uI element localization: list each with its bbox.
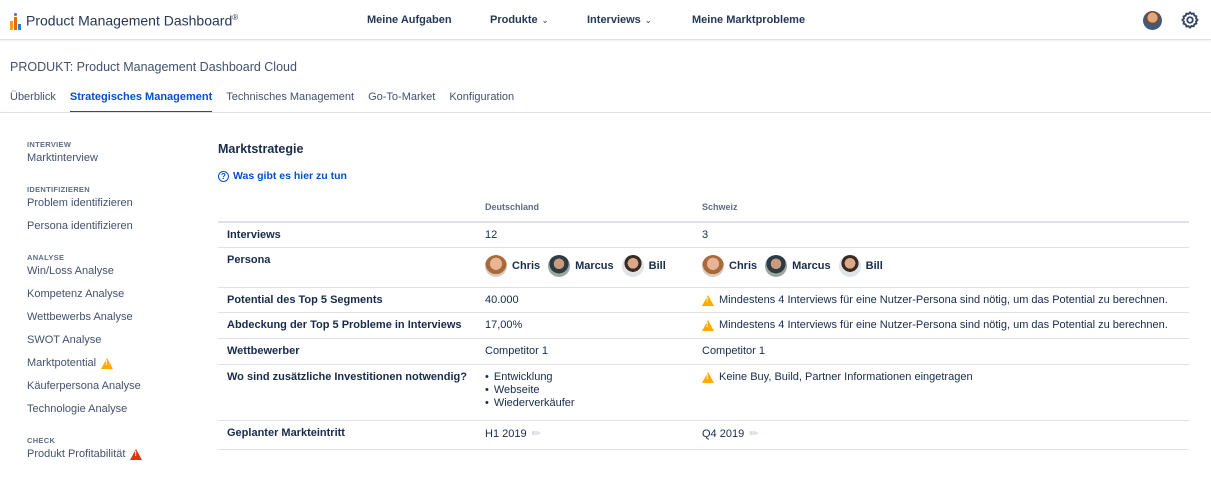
warning-icon (702, 371, 714, 383)
row-label: Potential des Top 5 Segments (218, 287, 485, 313)
sidebar-item-kompetenz-analyse[interactable]: Kompetenz Analyse (27, 288, 197, 311)
gear-icon[interactable] (1179, 9, 1201, 31)
sidebar-item-kaeuferpersona-analyse[interactable]: Käuferpersona Analyse (27, 380, 197, 403)
row-label: Abdeckung der Top 5 Probleme in Intervie… (218, 312, 485, 339)
table-row: Persona Chris Marcus Bill Chris Marcus B… (218, 247, 1189, 288)
divider (0, 112, 1211, 113)
sidebar-group-title: ANALYSE (27, 253, 65, 262)
nav-produkte[interactable]: Produkte ⌄ (490, 14, 548, 26)
nav-meine-marktprobleme[interactable]: Meine Marktprobleme (692, 14, 805, 26)
persona-chip[interactable]: Bill (838, 254, 883, 277)
cell-value: Competitor 1 (702, 338, 1189, 365)
sidebar-item-wettbewerbs-analyse[interactable]: Wettbewerbs Analyse (27, 311, 197, 334)
section-title: Marktstrategie (218, 142, 304, 156)
sidebar-item-marktinterview[interactable]: Marktinterview (27, 152, 197, 175)
cell-warning: Mindestens 4 Interviews für eine Nutzer-… (702, 287, 1189, 313)
sidebar-item-marktpotential[interactable]: Marktpotential (27, 357, 197, 380)
persona-chip[interactable]: Marcus (548, 254, 614, 277)
cell-value: Competitor 1 (485, 338, 702, 365)
persona-chip[interactable]: Chris (702, 254, 757, 277)
avatar (621, 254, 644, 277)
tab-bar: Überblick Strategisches Management Techn… (10, 91, 528, 113)
persona-chip[interactable]: Marcus (765, 254, 831, 277)
cell-list: Entwicklung Webseite Wiederverkäufer (485, 364, 702, 421)
table-row: Wettbewerber Competitor 1 Competitor 1 (218, 338, 1189, 365)
column-header-empty (218, 193, 485, 223)
persona-cell: Chris Marcus Bill (702, 247, 1189, 288)
sidebar-item-produkt-profitabilitaet[interactable]: Produkt Profitabilität (27, 448, 197, 471)
sidebar-item-technologie-analyse[interactable]: Technologie Analyse (27, 403, 197, 426)
pencil-icon[interactable]: ✏ (532, 427, 541, 440)
avatar (838, 254, 861, 277)
sidebar: INTERVIEW Marktinterview IDENTIFIZIEREN … (27, 140, 197, 471)
row-label: Geplanter Markteintritt (218, 420, 485, 450)
avatar (765, 254, 788, 277)
sidebar-item-problem-identifizieren[interactable]: Problem identifizieren (27, 197, 197, 220)
row-label: Persona (218, 247, 485, 288)
cell-value: 12 (485, 222, 702, 248)
sidebar-item-swot-analyse[interactable]: SWOT Analyse (27, 334, 197, 357)
column-header-deutschland: Deutschland (485, 193, 702, 223)
warning-icon (101, 358, 114, 369)
app-logo[interactable]: Product Management Dashboard® (10, 9, 238, 30)
tab-strategisches-management[interactable]: Strategisches Management (69, 91, 213, 113)
warning-icon (702, 294, 714, 306)
cell-warning: Keine Buy, Build, Partner Informationen … (702, 364, 1189, 421)
avatar (702, 254, 724, 277)
sidebar-item-win-loss-analyse[interactable]: Win/Loss Analyse (27, 265, 197, 288)
sidebar-item-persona-identifizieren[interactable]: Persona identifizieren (27, 220, 197, 243)
tab-konfiguration[interactable]: Konfiguration (449, 91, 514, 113)
strategy-table: Deutschland Schweiz Interviews 12 3 Pers… (218, 193, 1189, 450)
row-label: Wo sind zusätzliche Investitionen notwen… (218, 364, 485, 421)
column-header-schweiz: Schweiz (702, 193, 1189, 223)
list-item: Webseite (485, 384, 702, 397)
avatar (548, 254, 571, 277)
sidebar-group-title: CHECK (27, 436, 56, 445)
nav-meine-aufgaben[interactable]: Meine Aufgaben (367, 14, 452, 26)
warning-icon (702, 319, 714, 331)
chevron-down-icon: ⌄ (541, 16, 549, 25)
persona-cell: Chris Marcus Bill (485, 247, 702, 288)
row-label: Interviews (218, 222, 485, 248)
tab-ueberblick[interactable]: Überblick (10, 91, 56, 113)
chevron-down-icon: ⌄ (644, 16, 652, 25)
persona-chip[interactable]: Chris (485, 254, 540, 277)
cell-editable[interactable]: H1 2019 ✏ (485, 420, 702, 450)
sidebar-group-title: IDENTIFIZIEREN (27, 185, 90, 194)
list-item: Wiederverkäufer (485, 397, 702, 410)
table-row: Geplanter Markteintritt H1 2019 ✏ Q4 2019… (218, 420, 1189, 450)
cell-value: 3 (702, 222, 1189, 248)
page-title: PRODUKT: Product Management Dashboard Cl… (10, 60, 297, 74)
help-link[interactable]: ? Was gibt es hier zu tun (218, 170, 347, 182)
cell-value: 17,00% (485, 312, 702, 339)
logo-text: Product Management Dashboard® (26, 12, 239, 29)
tab-technisches-management[interactable]: Technisches Management (226, 91, 354, 113)
cell-editable[interactable]: Q4 2019 ✏ (702, 420, 1189, 450)
cell-value: 40.000 (485, 287, 702, 313)
help-icon: ? (218, 170, 229, 182)
persona-chip[interactable]: Bill (621, 254, 666, 277)
tab-go-to-market[interactable]: Go-To-Market (368, 91, 435, 113)
logo-icon (10, 12, 24, 30)
table-row: Interviews 12 3 (218, 222, 1189, 248)
table-row: Abdeckung der Top 5 Probleme in Intervie… (218, 312, 1189, 339)
table-row: Potential des Top 5 Segments 40.000 Mind… (218, 287, 1189, 313)
user-avatar[interactable] (1143, 11, 1162, 30)
nav-interviews[interactable]: Interviews ⌄ (587, 14, 652, 26)
sidebar-group-title: INTERVIEW (27, 140, 72, 149)
list-item: Entwicklung (485, 371, 702, 384)
row-label: Wettbewerber (218, 338, 485, 365)
error-icon (130, 449, 143, 460)
table-row: Wo sind zusätzliche Investitionen notwen… (218, 364, 1189, 421)
pencil-icon[interactable]: ✏ (749, 427, 758, 440)
top-navigation: Product Management Dashboard® Meine Aufg… (0, 0, 1211, 40)
cell-warning: Mindestens 4 Interviews für eine Nutzer-… (702, 312, 1189, 339)
avatar (485, 254, 507, 277)
